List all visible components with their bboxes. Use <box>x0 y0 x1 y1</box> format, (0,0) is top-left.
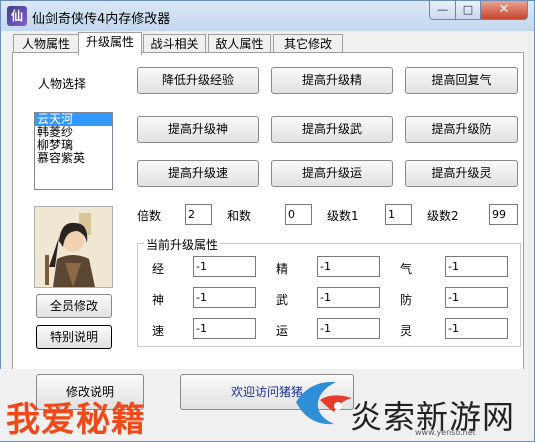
attr-input-jing-exp[interactable]: -1 <box>193 256 256 277</box>
multiplier-input[interactable]: 2 <box>185 204 212 225</box>
attr-input-wu[interactable]: -1 <box>317 287 380 308</box>
attr-label-ling: 灵 <box>400 324 413 338</box>
reduce-exp-button[interactable]: 降低升级经验 <box>137 67 259 94</box>
raise-su-button[interactable]: 提高升级速 <box>137 160 259 187</box>
attr-input-shen[interactable]: -1 <box>193 287 256 308</box>
list-item[interactable]: 慕容紫英 <box>35 152 112 165</box>
sum-input[interactable]: 0 <box>285 204 312 225</box>
tab-other-mods[interactable]: 其它修改 <box>273 34 343 54</box>
raise-wu-button[interactable]: 提高升级武 <box>271 116 393 143</box>
raise-fang-button[interactable]: 提高升级防 <box>405 116 518 143</box>
raise-jing-button[interactable]: 提高升级精 <box>271 67 393 94</box>
level2-input[interactable]: 99 <box>489 204 518 225</box>
raise-shen-button[interactable]: 提高升级神 <box>137 116 259 143</box>
character-list[interactable]: 云天河 韩菱纱 柳梦璃 慕容紫英 <box>34 112 113 190</box>
portrait-image <box>35 207 112 287</box>
tab-levelup-attrs[interactable]: 升级属性 <box>78 32 142 55</box>
level1-label: 级数1 <box>327 209 359 223</box>
multiplier-label: 倍数 <box>137 209 162 223</box>
raise-huifu-button[interactable]: 提高回复气 <box>405 67 518 94</box>
watermark-url: www.yenso.net <box>415 428 476 437</box>
raise-yun-button[interactable]: 提高升级运 <box>271 160 393 187</box>
attr-label-qi: 气 <box>400 262 413 276</box>
raise-ling-button[interactable]: 提高升级灵 <box>405 160 518 187</box>
current-attrs-title: 当前升级属性 <box>144 236 221 253</box>
special-note-button[interactable]: 特别说明 <box>36 325 112 349</box>
attr-label-wu: 武 <box>276 293 289 307</box>
attr-input-su[interactable]: -1 <box>193 318 256 339</box>
attr-label-shen: 神 <box>152 293 165 307</box>
title-bar: 仙 仙剑奇侠传4内存修改器 — □ ✕ <box>1 1 534 31</box>
tab-enemy-attrs[interactable]: 敌人属性 <box>208 34 271 54</box>
attr-label-yun: 运 <box>276 324 289 338</box>
attr-input-fang[interactable]: -1 <box>445 287 508 308</box>
character-portrait <box>34 206 113 288</box>
attr-label-fang: 防 <box>400 293 413 307</box>
attr-label-jing: 精 <box>276 262 289 276</box>
attr-input-qi[interactable]: -1 <box>445 256 508 277</box>
attr-label-su: 速 <box>152 324 165 338</box>
all-modify-button[interactable]: 全员修改 <box>36 294 112 318</box>
window-title: 仙剑奇侠传4内存修改器 <box>32 12 171 27</box>
character-select-label: 人物选择 <box>38 77 87 91</box>
attr-input-jing[interactable]: -1 <box>317 256 380 277</box>
minimize-button[interactable]: — <box>429 1 456 20</box>
maximize-button[interactable]: □ <box>455 1 481 20</box>
sum-label: 和数 <box>227 209 252 223</box>
tab-battle[interactable]: 战斗相关 <box>143 34 206 54</box>
attr-input-yun[interactable]: -1 <box>317 318 380 339</box>
close-button[interactable]: ✕ <box>480 1 528 20</box>
app-icon: 仙 <box>7 6 27 26</box>
level1-input[interactable]: 1 <box>385 204 412 225</box>
watermark-left-text: 我爱秘籍 <box>6 400 146 440</box>
attr-label-jing-exp: 经 <box>152 262 165 276</box>
tab-character-attrs[interactable]: 人物属性 <box>13 34 79 54</box>
attr-input-ling[interactable]: -1 <box>445 318 508 339</box>
level2-label: 级数2 <box>427 209 459 223</box>
